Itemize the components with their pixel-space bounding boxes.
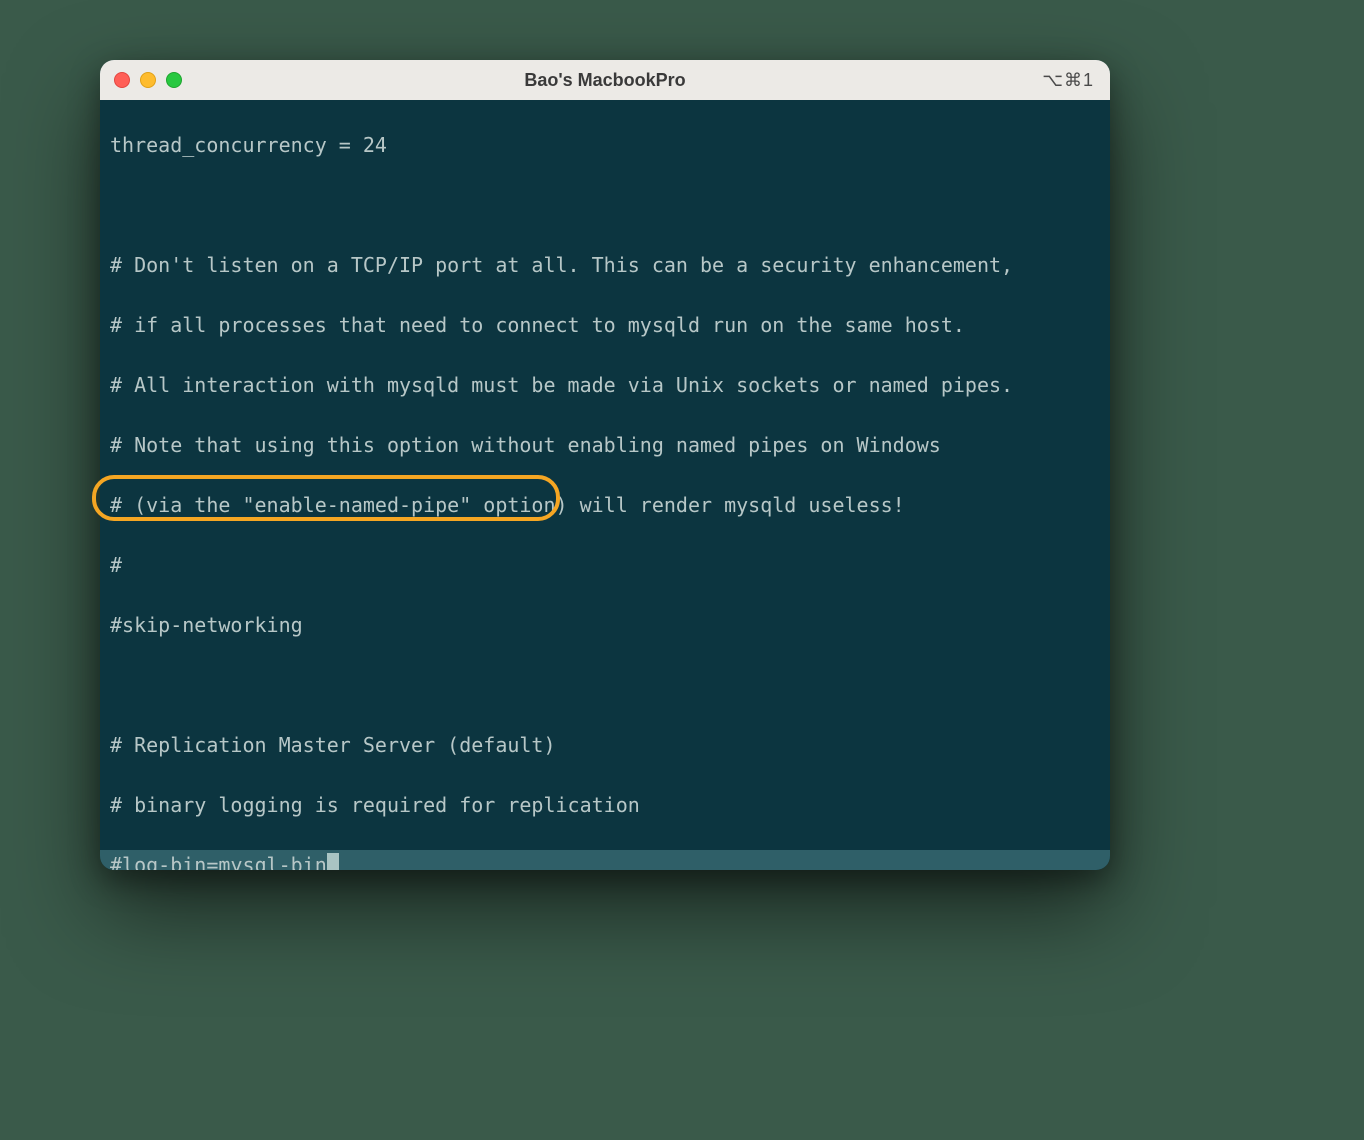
- code-line: [100, 670, 1110, 700]
- window-title: Bao's MacbookPro: [100, 70, 1110, 91]
- tab-shortcut: ⌥⌘1: [1042, 70, 1094, 91]
- code-line: # if all processes that need to connect …: [100, 310, 1110, 340]
- close-icon[interactable]: [114, 72, 130, 88]
- terminal-window: Bao's MacbookPro ⌥⌘1 thread_concurrency …: [100, 60, 1110, 870]
- code-line: # Replication Master Server (default): [100, 730, 1110, 760]
- code-line: # (via the "enable-named-pipe" option) w…: [100, 490, 1110, 520]
- zoom-icon[interactable]: [166, 72, 182, 88]
- code-line: # binary logging is required for replica…: [100, 790, 1110, 820]
- highlighted-line: #log-bin=mysql-bin: [100, 850, 1110, 870]
- terminal-body[interactable]: thread_concurrency = 24 # Don't listen o…: [100, 100, 1110, 870]
- titlebar[interactable]: Bao's MacbookPro ⌥⌘1: [100, 60, 1110, 101]
- code-line: #skip-networking: [100, 610, 1110, 640]
- code-line: #: [100, 550, 1110, 580]
- minimize-icon[interactable]: [140, 72, 156, 88]
- code-line: [100, 190, 1110, 220]
- code-text: #log-bin=mysql-bin: [110, 853, 327, 870]
- code-line: # Note that using this option without en…: [100, 430, 1110, 460]
- code-line: # Don't listen on a TCP/IP port at all. …: [100, 250, 1110, 280]
- window-controls: [114, 72, 182, 88]
- cursor-icon: [327, 853, 339, 871]
- code-line: thread_concurrency = 24: [100, 130, 1110, 160]
- code-line: # All interaction with mysqld must be ma…: [100, 370, 1110, 400]
